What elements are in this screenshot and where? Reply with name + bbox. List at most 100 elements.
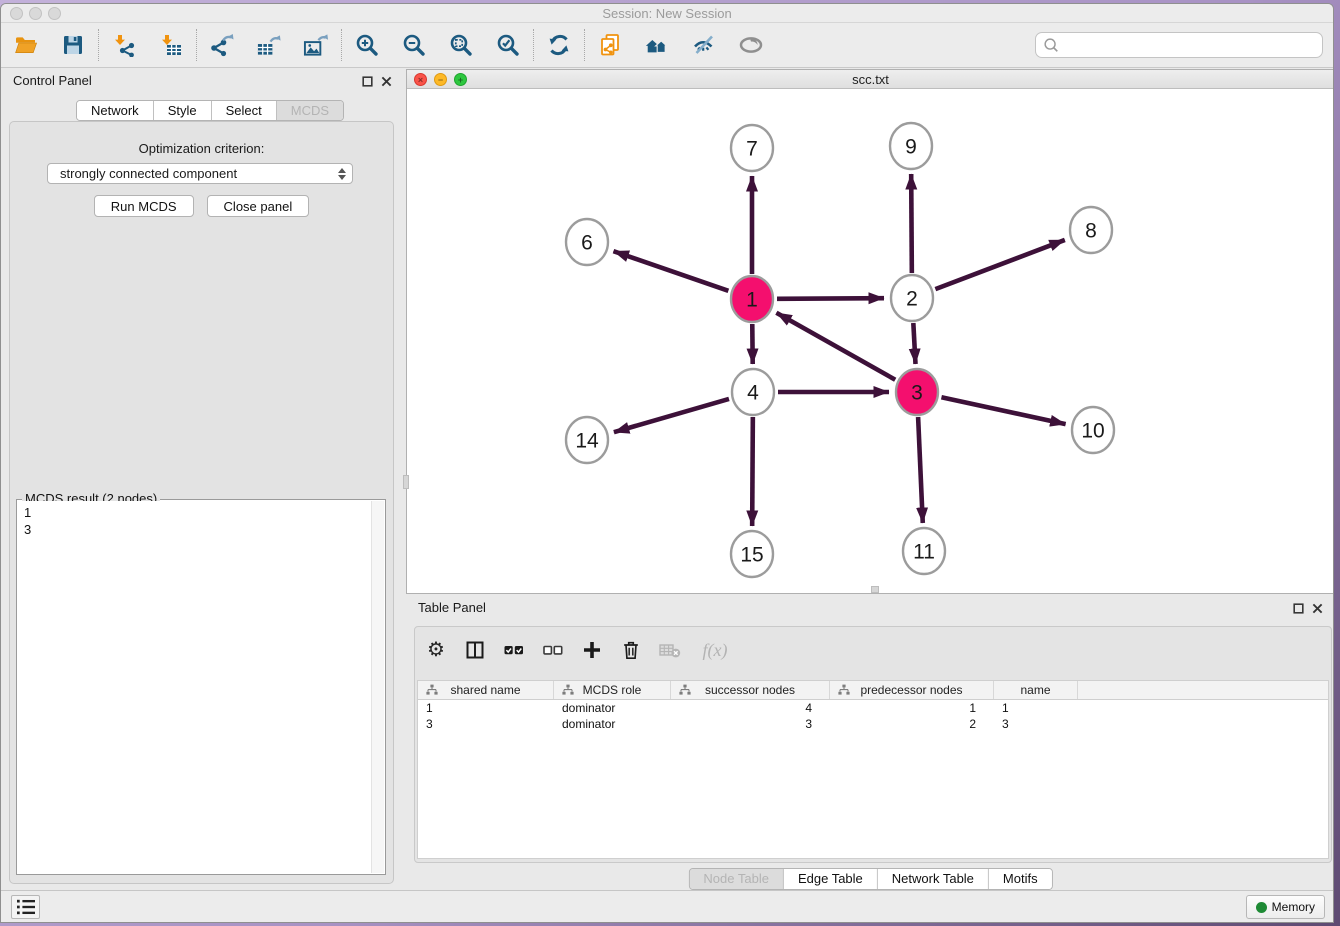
cell-successor-nodes[interactable]: 3 bbox=[671, 716, 830, 732]
tab-network[interactable]: Network bbox=[77, 101, 154, 120]
column-type-icon bbox=[679, 684, 691, 696]
column-header-predecessor-nodes[interactable]: predecessor nodes bbox=[830, 681, 994, 699]
column-type-icon bbox=[426, 684, 438, 696]
mcds-result-textarea[interactable]: 1 3 bbox=[18, 501, 370, 873]
graph-edge-2-9[interactable] bbox=[911, 174, 912, 273]
svg-text:7: 7 bbox=[746, 138, 758, 161]
column-header-shared-name[interactable]: shared name bbox=[418, 681, 554, 699]
graph-edge-2-8[interactable] bbox=[935, 240, 1064, 289]
result-scrollbar[interactable] bbox=[371, 501, 384, 873]
split-view-icon[interactable] bbox=[464, 637, 486, 663]
graph-node-4[interactable]: 4 bbox=[732, 369, 774, 415]
network-view-window: × − + scc.txt 7968124314101511 bbox=[406, 69, 1334, 594]
show-hidden-eye-icon[interactable] bbox=[738, 32, 764, 58]
search-input[interactable] bbox=[1060, 38, 1316, 53]
column-header-name[interactable]: name bbox=[994, 681, 1078, 699]
deselect-all-checkboxes-icon[interactable] bbox=[542, 637, 564, 663]
memory-button[interactable]: Memory bbox=[1246, 895, 1325, 919]
export-network-icon[interactable] bbox=[209, 32, 235, 58]
table-settings-gear-icon[interactable]: ⚙ bbox=[425, 637, 447, 663]
tab-node-table[interactable]: Node Table bbox=[689, 869, 784, 889]
tab-style[interactable]: Style bbox=[154, 101, 212, 120]
run-mcds-button[interactable]: Run MCDS bbox=[94, 195, 194, 217]
task-history-button[interactable] bbox=[11, 895, 40, 919]
optimization-criterion-label: Optimization criterion: bbox=[10, 141, 393, 156]
cell-successor-nodes[interactable]: 4 bbox=[671, 700, 830, 716]
mcds-result-group: MCDS result (2 nodes) 1 3 bbox=[16, 499, 386, 875]
cell-predecessor-nodes[interactable]: 1 bbox=[830, 700, 994, 716]
graph-node-3[interactable]: 3 bbox=[896, 369, 938, 415]
add-column-plus-icon[interactable] bbox=[581, 637, 603, 663]
app-window: Session: New Session bbox=[0, 3, 1334, 923]
graph-edge-4-14[interactable] bbox=[614, 399, 729, 432]
apply-layout-icon[interactable] bbox=[546, 32, 572, 58]
cell-shared-name[interactable]: 1 bbox=[418, 700, 554, 716]
graph-node-14[interactable]: 14 bbox=[566, 417, 608, 463]
graph-node-8[interactable]: 8 bbox=[1070, 207, 1112, 253]
graph-node-2[interactable]: 2 bbox=[891, 275, 933, 321]
delete-table-icon[interactable] bbox=[659, 637, 681, 663]
select-all-checkboxes-icon[interactable] bbox=[503, 637, 525, 663]
delete-column-trash-icon[interactable] bbox=[620, 637, 642, 663]
table-row[interactable]: 3 dominator 3 2 3 bbox=[418, 716, 1328, 732]
tab-edge-table[interactable]: Edge Table bbox=[784, 869, 878, 889]
graph-edge-3-10[interactable] bbox=[941, 397, 1065, 424]
graph-node-1[interactable]: 1 bbox=[731, 276, 773, 322]
show-all-homes-icon[interactable] bbox=[644, 32, 670, 58]
equation-builder-icon[interactable]: f(x) bbox=[698, 637, 732, 663]
tab-select[interactable]: Select bbox=[212, 101, 277, 120]
graph-edge-4-15[interactable] bbox=[752, 417, 753, 526]
graph-node-7[interactable]: 7 bbox=[731, 125, 773, 171]
import-table-icon[interactable] bbox=[158, 32, 184, 58]
graph-edge-1-6[interactable] bbox=[613, 251, 728, 291]
search-icon bbox=[1042, 36, 1060, 54]
cell-name[interactable]: 1 bbox=[994, 700, 1078, 716]
graph-node-6[interactable]: 6 bbox=[566, 219, 608, 265]
svg-text:2: 2 bbox=[906, 288, 918, 311]
graph-edge-1-2[interactable] bbox=[777, 298, 884, 299]
duplicate-network-icon[interactable] bbox=[597, 32, 623, 58]
import-network-icon[interactable] bbox=[111, 32, 137, 58]
column-header-mcds-role[interactable]: MCDS role bbox=[554, 681, 671, 699]
export-table-icon[interactable] bbox=[256, 32, 282, 58]
close-panel-icon[interactable] bbox=[1312, 603, 1323, 614]
graph-node-15[interactable]: 15 bbox=[731, 531, 773, 577]
cell-shared-name[interactable]: 3 bbox=[418, 716, 554, 732]
zoom-fit-icon[interactable] bbox=[448, 32, 474, 58]
tab-network-table[interactable]: Network Table bbox=[878, 869, 989, 889]
cell-predecessor-nodes[interactable]: 2 bbox=[830, 716, 994, 732]
table-toolbar: ⚙ f(x) bbox=[425, 635, 732, 665]
graph-node-10[interactable]: 10 bbox=[1072, 407, 1114, 453]
table-row[interactable]: 1 dominator 4 1 1 bbox=[418, 700, 1328, 716]
hide-selected-eye-icon[interactable] bbox=[691, 32, 717, 58]
zoom-out-icon[interactable] bbox=[401, 32, 427, 58]
graph-edge-3-11[interactable] bbox=[918, 417, 923, 523]
cell-name[interactable]: 3 bbox=[994, 716, 1078, 732]
graph-edge-2-3[interactable] bbox=[913, 323, 915, 364]
save-session-icon[interactable] bbox=[60, 32, 86, 58]
zoom-in-icon[interactable] bbox=[354, 32, 380, 58]
tab-motifs[interactable]: Motifs bbox=[989, 869, 1052, 889]
resize-grip-horizontal[interactable] bbox=[871, 586, 879, 593]
export-image-icon[interactable] bbox=[303, 32, 329, 58]
column-header-successor-nodes[interactable]: successor nodes bbox=[671, 681, 830, 699]
open-session-icon[interactable] bbox=[13, 32, 39, 58]
graph-node-9[interactable]: 9 bbox=[890, 123, 932, 169]
float-panel-icon[interactable] bbox=[1293, 603, 1304, 614]
search-box[interactable] bbox=[1035, 32, 1323, 58]
float-panel-icon[interactable] bbox=[362, 76, 373, 87]
close-panel-button[interactable]: Close panel bbox=[207, 195, 310, 217]
network-canvas[interactable]: 7 9 6 8 1 2 4 3 14 10 15 11 bbox=[407, 89, 1334, 593]
zoom-selected-icon[interactable] bbox=[495, 32, 521, 58]
close-panel-icon[interactable] bbox=[381, 76, 392, 87]
control-panel-title: Control Panel bbox=[13, 73, 92, 88]
criterion-select[interactable]: strongly connected component bbox=[47, 163, 353, 184]
svg-text:15: 15 bbox=[740, 544, 763, 567]
graph-edge-3-1[interactable] bbox=[776, 313, 895, 380]
select-stepper-icon bbox=[336, 168, 348, 180]
cell-mcds-role[interactable]: dominator bbox=[554, 716, 671, 732]
tab-mcds[interactable]: MCDS bbox=[277, 101, 343, 120]
cell-mcds-role[interactable]: dominator bbox=[554, 700, 671, 716]
graph-node-11[interactable]: 11 bbox=[903, 528, 945, 574]
resize-grip-vertical[interactable] bbox=[403, 475, 409, 489]
